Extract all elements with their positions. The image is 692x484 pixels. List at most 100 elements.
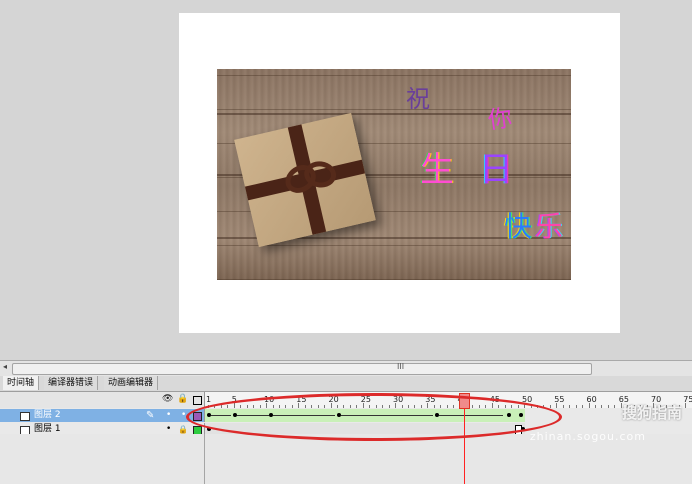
ruler-tick [562,405,564,408]
ruler-tick [214,405,216,408]
ruler-tick [278,405,280,408]
gift-bow [280,156,338,201]
scroll-left-arrow-icon[interactable]: ◂ [3,362,7,371]
birthday-card-image[interactable]: 祝 你 生 日 快 乐 [217,69,571,280]
ruler-tick [337,405,338,408]
tween-arrow [211,415,231,416]
greeting-char-4: 日 [479,150,513,190]
ruler-tick [511,405,513,408]
tween-arrow [237,415,269,416]
keyframe[interactable] [507,413,511,417]
ruler-tick [556,403,558,408]
lock-dot[interactable]: • [181,409,186,422]
greeting-char-2: 你 [486,103,514,135]
ruler-tick [478,405,480,408]
watermark-url: zhinan.sogou.com [529,430,646,443]
ruler-tick [343,405,345,408]
layer-row[interactable]: 图层 2 ✎ • • [0,409,204,422]
stage-scroll-row: ◂ III [0,360,692,377]
greeting-char-5: 快 [504,210,533,243]
ruler-tick [491,403,493,408]
ruler-tick [311,405,313,408]
ruler-tick [595,405,596,408]
ruler-tick [472,405,474,408]
stage-area: 祝 你 生 日 快 乐 [0,0,692,360]
ruler-tick [401,405,403,408]
ruler-tick [362,403,364,408]
ruler-tick [266,403,268,408]
layer-2-frames[interactable] [204,409,525,422]
ruler-tick [246,405,248,408]
pencil-icon[interactable]: ✎ [146,409,154,422]
ruler-tick [588,403,590,408]
layer-icon [20,412,30,421]
layer-name[interactable]: 图层 2 [34,409,61,422]
ruler-tick [382,405,384,408]
ruler-tick [517,405,519,408]
tab-timeline[interactable]: 时间轴 [3,376,40,390]
ruler-tick [330,403,332,408]
ruler-tick [614,405,616,408]
ruler-tick [324,405,326,408]
ruler-tick [375,405,377,408]
ruler-tick [524,403,526,408]
playhead-marker[interactable] [459,393,470,409]
ruler-tick [298,403,300,408]
tab-motion-editor[interactable]: 动画编辑器 [104,376,159,390]
eye-icon[interactable]: 👁 [162,394,173,404]
ruler-tick [395,403,397,408]
tween-arrow [439,415,503,416]
ruler-tick [349,405,351,408]
ruler-tick [304,405,306,408]
ruler-tick [498,405,500,408]
greeting-char-6: 乐 [535,210,564,243]
ruler-tick [485,405,487,408]
ruler-tick [272,405,274,408]
horizontal-scrollbar[interactable]: III [12,362,592,375]
ruler-tick [575,405,577,408]
ruler-tick [317,405,319,408]
ruler-tick [504,405,506,408]
ruler-tick [685,403,687,408]
ruler-tick [253,405,255,408]
keyframe[interactable] [207,427,211,431]
ruler-tick [208,405,209,408]
ruler-tick [233,403,235,408]
tween-arrow [273,415,335,416]
ruler-tick [407,405,409,408]
ruler-tick [369,405,371,408]
ruler-tick [601,405,603,408]
keyframe[interactable] [521,427,525,431]
tab-compiler-errors[interactable]: 编译器错误 [44,376,99,390]
ruler-tick [220,405,222,408]
keyframe[interactable] [519,413,523,417]
layers-empty-area [0,434,205,484]
layer-color-swatch[interactable] [193,412,202,421]
outline-icon[interactable] [193,396,202,405]
ruler-tick [388,405,390,408]
scrollbar-grip[interactable]: III [397,362,404,371]
ruler-tick [607,405,609,408]
visibility-dot[interactable]: • [166,409,171,422]
ruler-tick [446,405,448,408]
ruler-tick [414,405,416,408]
ruler-frame-number: 1 [206,395,212,404]
ruler-tick [420,405,422,408]
gift-box-graphic [234,112,376,248]
ruler-tick [285,405,287,408]
lock-icon[interactable]: 🔒 [177,394,188,404]
watermark-text: 搜狗指南 [621,404,682,422]
ruler-tick [427,403,429,408]
playhead-line [464,408,465,484]
ruler-tick [259,405,261,408]
ruler-tick [240,405,242,408]
wood-plank-line [217,113,571,115]
greeting-char-1: 祝 [406,85,430,113]
frame-ruler[interactable]: 151015202530354045505560657075 [204,392,692,408]
layers-header: 👁 🔒 [0,392,204,408]
ruler-tick [453,405,455,408]
ruler-tick [530,405,532,408]
ruler-tick [227,405,229,408]
tween-arrow [341,415,433,416]
ruler-tick [536,405,538,408]
